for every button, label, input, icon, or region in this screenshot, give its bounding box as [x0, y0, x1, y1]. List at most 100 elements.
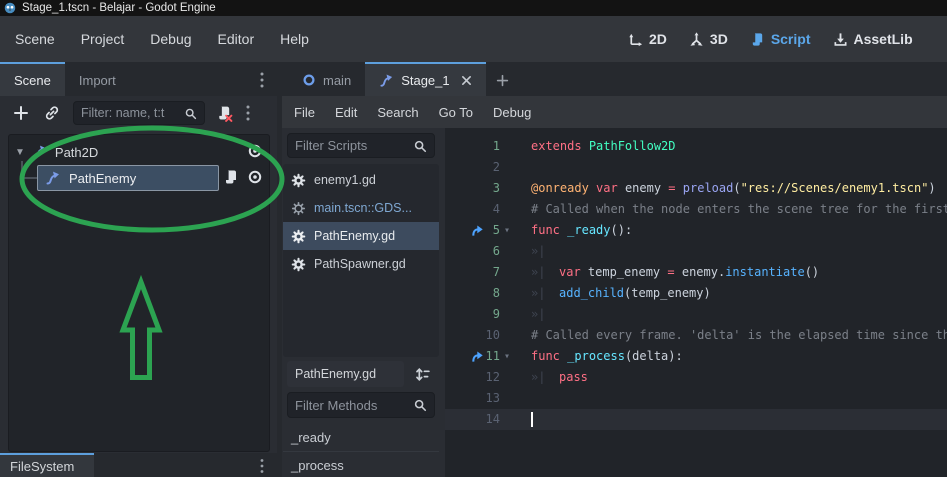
tab-scene[interactable]: Scene	[0, 62, 65, 96]
workspace-script-button[interactable]: Script	[750, 31, 811, 47]
line-number: 10	[485, 328, 500, 342]
gear-icon	[291, 229, 306, 244]
detach-script-icon[interactable]	[215, 104, 233, 122]
code-text: func _process(delta):	[531, 349, 683, 363]
fold-chevron-icon[interactable]: ▾	[504, 220, 510, 241]
code-line-12[interactable]: 12 »| pass	[445, 367, 947, 388]
menu-help[interactable]: Help	[267, 16, 322, 62]
scene-tab-bar: main Stage_1	[282, 62, 947, 96]
filter-scripts-input[interactable]: Filter Scripts	[287, 133, 435, 158]
code-line-6[interactable]: 6 »|	[445, 241, 947, 262]
code-line-2[interactable]: 2	[445, 157, 947, 178]
node-label: Path2D	[54, 144, 99, 160]
current-script-name: PathEnemy.gd	[287, 361, 404, 387]
script-list: enemy1.gd main.tscn::GDS... PathEnemy.gd…	[283, 164, 439, 357]
code-line-13[interactable]: 13	[445, 388, 947, 409]
script-menu-search[interactable]: Search	[367, 105, 428, 120]
menu-project[interactable]: Project	[68, 16, 138, 62]
node-label: PathEnemy	[69, 170, 137, 186]
script-menu-edit[interactable]: Edit	[325, 105, 367, 120]
fold-chevron-icon[interactable]: ▾	[504, 346, 510, 367]
attached-script-icon[interactable]	[223, 169, 239, 185]
script-menu-debug[interactable]: Debug	[483, 105, 541, 120]
code-text: @onready var enemy = preload("res://Scen…	[531, 181, 936, 195]
code-text: »| add_child(temp_enemy)	[531, 283, 947, 304]
code-text: »| var temp_enemy = enemy.instantiate()	[531, 262, 947, 283]
window-title: Stage_1.tscn - Belajar - Godot Engine	[22, 2, 216, 14]
workspace-2d-button[interactable]: 2D	[628, 31, 667, 47]
line-number: 14	[485, 412, 500, 426]
line-number: 11	[485, 349, 500, 363]
code-line-1[interactable]: 1 extends PathFollow2D	[445, 136, 947, 157]
workspace-assetlib-button[interactable]: AssetLib	[833, 31, 913, 47]
method-item-ready[interactable]: _ready	[283, 424, 439, 452]
gear-outline-icon	[291, 201, 306, 216]
menu-editor[interactable]: Editor	[205, 16, 268, 62]
filter-methods-input[interactable]: Filter Methods	[287, 392, 435, 418]
scene-filter-input[interactable]: Filter: name, t:t	[73, 101, 205, 125]
line-number: 7	[492, 265, 500, 279]
script-menu-goto[interactable]: Go To	[429, 105, 483, 120]
code-line-7[interactable]: 7 »| var temp_enemy = enemy.instantiate()	[445, 262, 947, 283]
method-item-process[interactable]: _process	[283, 452, 439, 477]
script-menu-file[interactable]: File	[284, 105, 325, 120]
code-line-9[interactable]: 9 »|	[445, 304, 947, 325]
tab-import[interactable]: Import	[65, 64, 130, 96]
code-line-10[interactable]: 10 # Called every frame. 'delta' is the e…	[445, 325, 947, 346]
collapse-chevron-icon[interactable]: ▼	[15, 147, 25, 158]
dock-options-icon[interactable]	[259, 71, 265, 89]
tree-options-icon[interactable]	[245, 104, 251, 122]
line-number: 12	[485, 370, 500, 384]
scene-dock-tab-bar: Scene Import	[0, 62, 277, 96]
gear-icon	[291, 257, 306, 272]
script-item-enemy1[interactable]: enemy1.gd	[283, 166, 439, 194]
scene-tab-stage1[interactable]: Stage_1	[365, 62, 486, 96]
code-text: # Called every frame. 'delta' is the ela…	[531, 328, 947, 342]
code-line-3[interactable]: 3 @onready var enemy = preload("res://Sce…	[445, 178, 947, 199]
code-text: »|	[531, 241, 947, 262]
code-text: # Called when the node enters the scene …	[531, 202, 947, 216]
sort-methods-icon[interactable]	[409, 361, 436, 387]
add-node-icon[interactable]	[12, 104, 30, 122]
menu-scene[interactable]: Scene	[2, 16, 68, 62]
scene-tab-main[interactable]: main	[288, 64, 365, 96]
godot-logo-icon	[4, 2, 16, 14]
script-icon	[750, 32, 765, 47]
code-line-11[interactable]: 11 ▾ func _process(delta):	[445, 346, 947, 367]
menu-debug[interactable]: Debug	[137, 16, 204, 62]
workspace-3d-button[interactable]: 3D	[689, 31, 728, 47]
code-line-5[interactable]: 5 ▾ func _ready():	[445, 220, 947, 241]
code-line-4[interactable]: 4 # Called when the node enters the scene…	[445, 199, 947, 220]
line-number: 3	[492, 181, 500, 195]
line-number: 1	[492, 139, 500, 153]
tab-indent-marker: »|	[531, 286, 546, 300]
tree-node-pathenemy[interactable]: PathEnemy	[37, 165, 219, 191]
tab-indent-marker: »|	[531, 307, 546, 321]
script-item-pathenemy[interactable]: PathEnemy.gd	[283, 222, 439, 250]
2d-icon	[628, 32, 643, 47]
tree-node-path2d[interactable]: ▼ Path2D	[15, 141, 98, 163]
title-bar: Stage_1.tscn - Belajar - Godot Engine	[0, 0, 947, 16]
visibility-eye-icon[interactable]	[247, 143, 263, 159]
visibility-eye-icon[interactable]	[247, 169, 263, 185]
path2d-node-icon	[32, 144, 48, 160]
search-icon	[413, 398, 427, 412]
close-tab-icon[interactable]	[461, 75, 472, 86]
filesystem-options-icon[interactable]	[259, 458, 265, 474]
script-item-builtin[interactable]: main.tscn::GDS...	[283, 194, 439, 222]
line-number: 9	[492, 307, 500, 321]
script-item-pathspawner[interactable]: PathSpawner.gd	[283, 250, 439, 278]
line-number: 5	[492, 223, 500, 237]
filesystem-dock-header: FileSystem	[0, 453, 277, 477]
instance-scene-link-icon[interactable]	[43, 104, 61, 122]
tab-filesystem[interactable]: FileSystem	[0, 453, 94, 477]
gear-icon	[291, 173, 306, 188]
code-line-14[interactable]: 14	[445, 409, 947, 430]
tab-indent-marker: »|	[531, 370, 546, 384]
code-text: »|	[531, 304, 947, 325]
code-line-8[interactable]: 8 »| add_child(temp_enemy)	[445, 283, 947, 304]
new-scene-tab-icon[interactable]	[486, 64, 519, 96]
3d-icon	[689, 31, 704, 47]
tab-indent-marker: »|	[531, 244, 546, 258]
code-editor[interactable]: 1 extends PathFollow2D 2 3 @onready var enem…	[445, 128, 947, 477]
